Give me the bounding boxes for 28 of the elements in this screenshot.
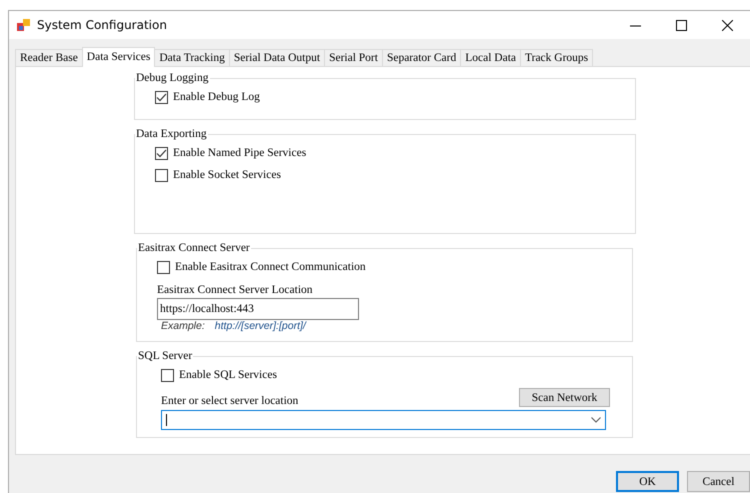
checkbox-label: Enable Easitrax Connect Communication	[175, 261, 366, 273]
chevron-down-icon	[591, 417, 601, 423]
dialog-button[interactable]: Cancel	[687, 471, 750, 492]
checkbox-label: Enable SQL Services	[179, 369, 277, 381]
tab[interactable]: Reader Base	[15, 49, 83, 67]
group-title: Easitrax Connect Server	[137, 242, 251, 254]
tab[interactable]: Data Services	[82, 47, 156, 67]
checkbox[interactable]	[155, 90, 168, 104]
field-label: Enter or select server location	[161, 395, 298, 407]
checkbox-label: Enable Debug Log	[173, 91, 260, 103]
server-location-combobox[interactable]	[161, 410, 606, 430]
input-field[interactable]: https://localhost:443	[157, 298, 359, 320]
checkbox-label: Enable Socket Services	[173, 169, 281, 181]
field-label: Easitrax Connect Server Location	[157, 284, 314, 296]
group-title: SQL Server	[137, 350, 194, 362]
app-icon	[17, 18, 31, 32]
tab[interactable]: Track Groups	[520, 49, 594, 67]
example-hint: Example: http://[server]:[port]/	[161, 320, 308, 332]
checkbox-label: Enable Named Pipe Services	[173, 147, 306, 159]
scan-network-button[interactable]: Scan Network	[519, 388, 610, 407]
checkbox[interactable]	[155, 168, 168, 182]
checkbox[interactable]	[161, 368, 174, 382]
checkbox[interactable]	[157, 260, 170, 274]
checkbox[interactable]	[155, 146, 168, 160]
group-title: Data Exporting	[135, 128, 208, 140]
group-title: Debug Logging	[135, 72, 210, 84]
dialog-button[interactable]: OK	[616, 471, 679, 492]
window-title: System Configuration	[37, 18, 168, 32]
